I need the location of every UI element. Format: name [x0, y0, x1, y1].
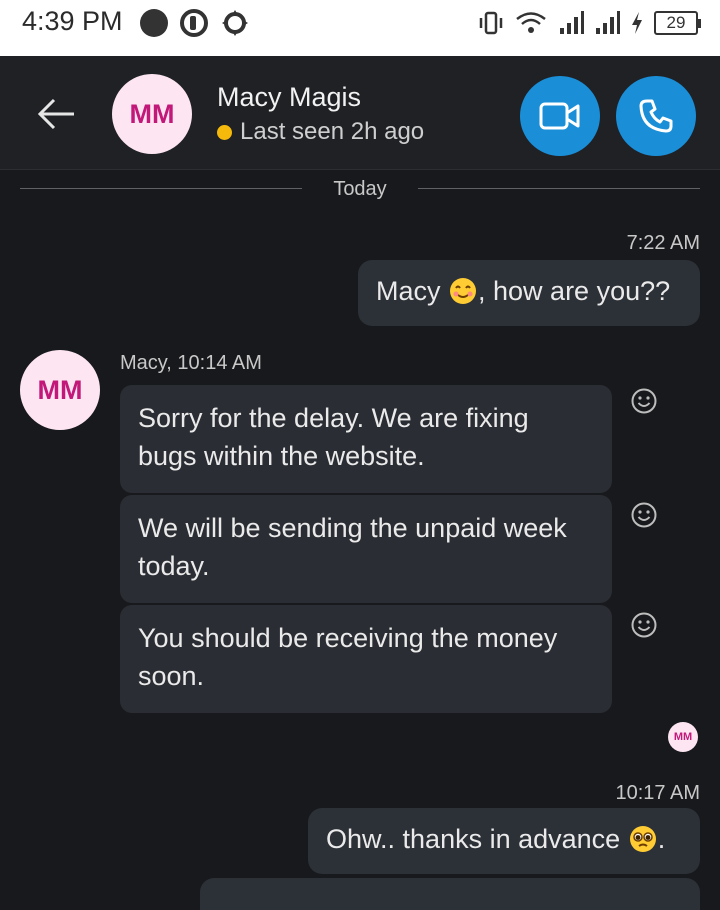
sender-name-time: Macy, 10:14 AM	[120, 352, 262, 374]
outgoing-message-bubble[interactable]: Macy , how are you??	[358, 260, 700, 326]
pleading-face-emoji-icon	[629, 826, 656, 852]
signal-icon	[560, 11, 584, 34]
message-text: Macy	[376, 276, 449, 306]
notification-dot-icon	[140, 9, 168, 37]
wifi-icon	[516, 12, 546, 33]
incoming-message-bubble[interactable]: You should be receiving the money soon.	[120, 605, 612, 713]
incoming-message-bubble[interactable]: We will be sending the unpaid week today…	[120, 495, 612, 603]
app-icon	[180, 9, 208, 37]
outgoing-message-bubble[interactable]	[200, 878, 700, 910]
presence-dot-icon	[217, 124, 232, 140]
date-divider: Today	[0, 170, 720, 210]
smiley-react-icon[interactable]	[630, 387, 658, 415]
incoming-message-bubble[interactable]: Sorry for the delay. We are fixing bugs …	[120, 385, 612, 493]
divider-line	[418, 188, 700, 189]
message-text: Sorry for the delay. We are fixing bugs …	[138, 403, 529, 471]
vibrate-icon	[479, 11, 503, 35]
video-camera-icon	[539, 102, 580, 130]
settings-badge-icon	[222, 10, 248, 36]
smiley-react-icon[interactable]	[630, 611, 658, 639]
last-seen-text: Last seen 2h ago	[240, 118, 425, 145]
contact-name[interactable]: Macy Magis	[217, 82, 361, 113]
message-text: You should be receiving the money soon.	[138, 623, 558, 691]
sender-avatar[interactable]: MM	[20, 350, 100, 430]
message-timestamp: 10:17 AM	[615, 782, 700, 804]
status-right-icons: 29	[478, 10, 701, 36]
message-text: Ohw.. thanks in advance	[326, 824, 628, 854]
message-timestamp: 7:22 AM	[626, 232, 700, 254]
status-bar: 4:39 PM 29	[0, 0, 720, 56]
video-call-button[interactable]	[520, 76, 600, 156]
smiling-face-emoji-icon	[450, 278, 477, 304]
message-text: , how are you??	[478, 276, 671, 306]
chat-header: MM Macy Magis Last seen 2h ago	[0, 56, 720, 170]
outgoing-message-bubble[interactable]: Ohw.. thanks in advance .	[308, 808, 700, 874]
battery-icon: 29	[654, 11, 701, 35]
contact-status: Last seen 2h ago	[217, 118, 424, 146]
smiley-react-icon[interactable]	[630, 501, 658, 529]
charging-icon	[632, 12, 642, 34]
audio-call-button[interactable]	[616, 76, 696, 156]
message-text: .	[657, 824, 666, 854]
status-left-icons	[140, 8, 250, 38]
contact-avatar[interactable]: MM	[112, 74, 192, 154]
message-text: We will be sending the unpaid week today…	[138, 513, 567, 581]
status-time: 4:39 PM	[22, 6, 123, 36]
read-receipt-avatar: MM	[668, 722, 698, 752]
arrow-left-icon[interactable]	[34, 92, 78, 136]
signal-icon	[596, 11, 620, 34]
date-label: Today	[333, 178, 387, 200]
phone-icon	[639, 99, 673, 133]
